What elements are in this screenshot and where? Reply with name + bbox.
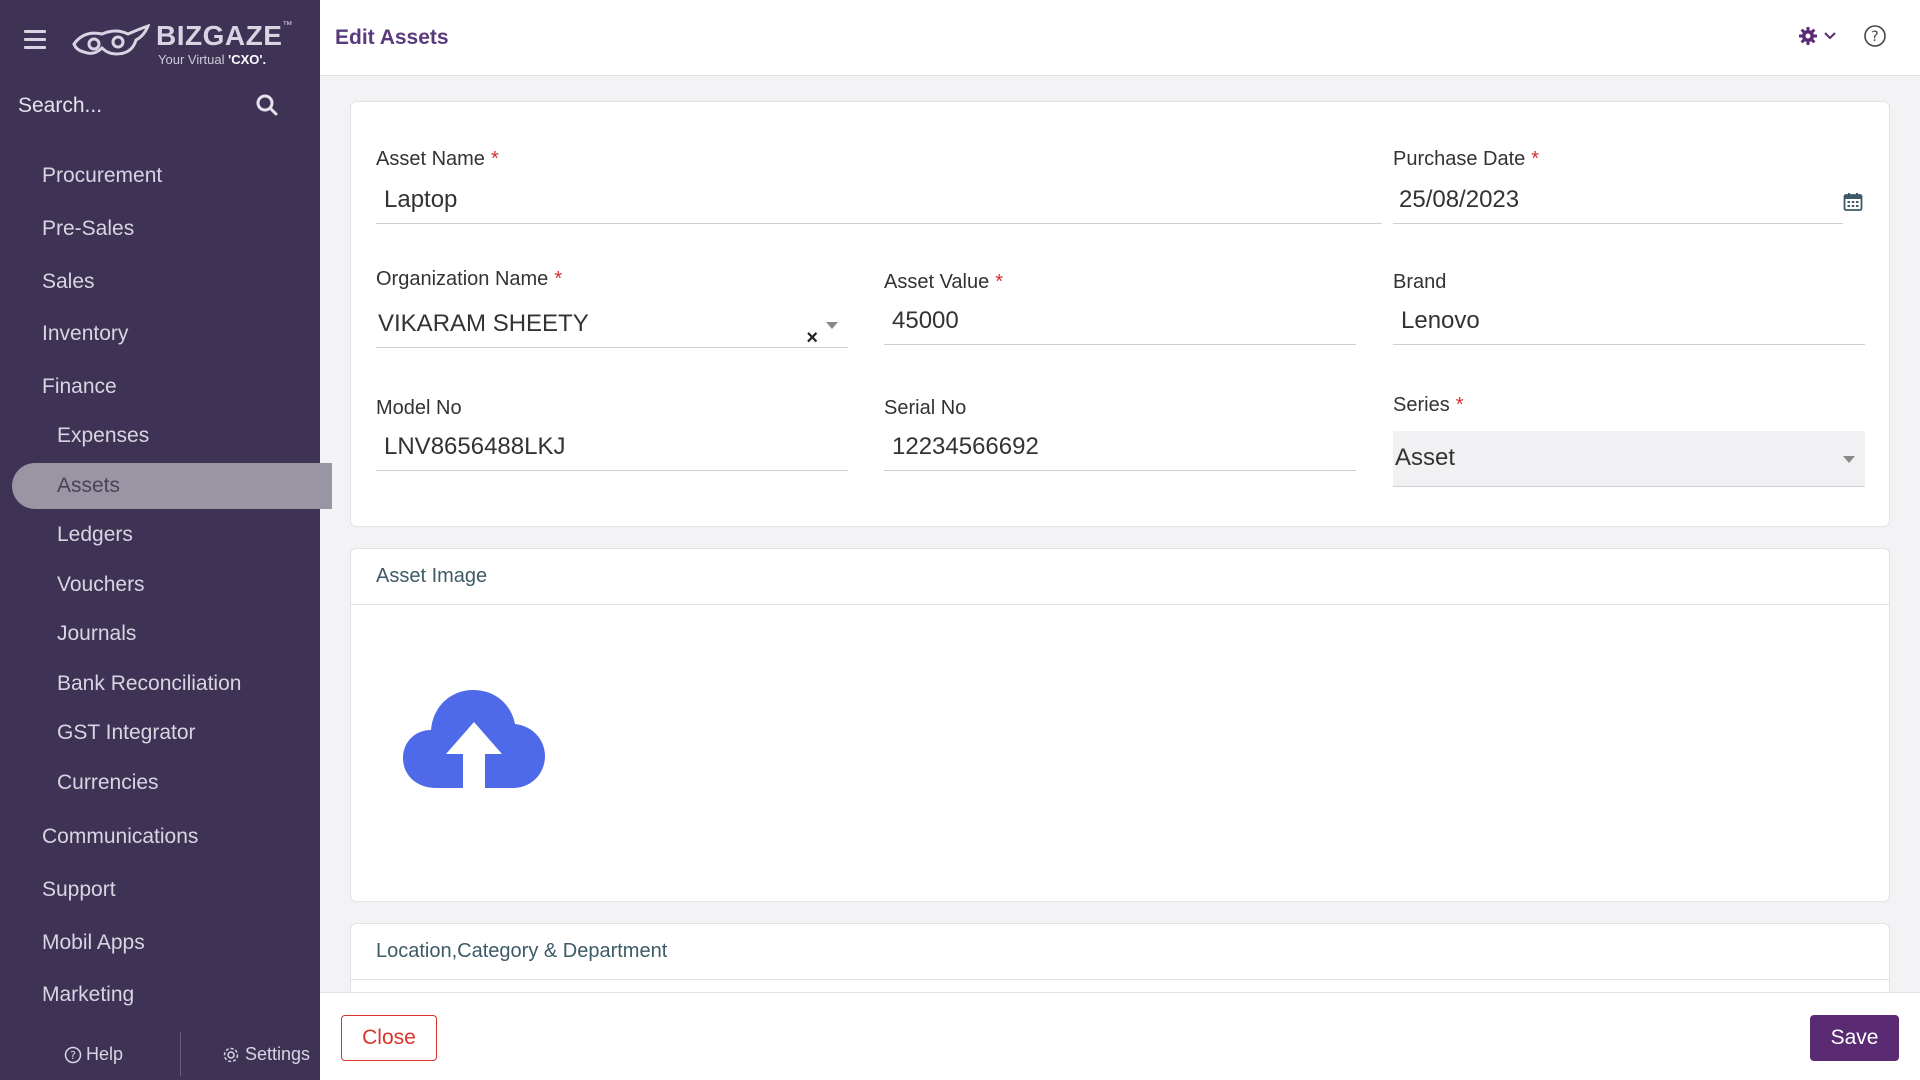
sidebar: BIZGAZE™ Your Virtual 'CXO'. Procurement… <box>0 0 332 1080</box>
help-link[interactable]: ? Help <box>64 1044 123 1065</box>
purchase-date-field: Purchase Date * 25/08/2023 <box>1393 148 1863 224</box>
hamburger-icon[interactable] <box>24 30 46 50</box>
sidebar-item-communications[interactable]: Communications <box>42 825 198 849</box>
settings-link[interactable]: Settings <box>222 1044 310 1065</box>
chevron-down-icon <box>1824 32 1836 40</box>
help-label: Help <box>86 1044 124 1064</box>
brand-trademark: ™ <box>282 20 293 31</box>
search-input[interactable] <box>18 90 248 122</box>
brand-tagline: Your Virtual <box>158 52 229 67</box>
model-no-label: Model No <box>376 397 462 419</box>
sidebar-item-pre-sales[interactable]: Pre-Sales <box>42 217 134 241</box>
brand-field: Brand Lenovo <box>1393 271 1865 345</box>
series-value: Asset <box>1395 444 1456 471</box>
series-field: Series * Asset <box>1393 394 1865 487</box>
sidebar-item-support[interactable]: Support <box>42 878 116 902</box>
asset-image-header: Asset Image <box>351 549 1889 605</box>
search-icon[interactable] <box>256 94 278 116</box>
asset-name-label: Asset Name <box>376 148 485 170</box>
required-marker: * <box>1531 148 1540 170</box>
calendar-icon[interactable] <box>1843 192 1863 212</box>
organization-name-label: Organization Name <box>376 268 549 290</box>
sidebar-footer: ? Help Settings <box>0 1030 320 1080</box>
series-select[interactable]: Asset <box>1393 431 1865 487</box>
brand-tagline-bold: 'CXO'. <box>228 52 267 67</box>
asset-name-input[interactable]: Laptop <box>376 178 1382 224</box>
model-no-input[interactable]: LNV8656488LKJ <box>376 425 848 471</box>
question-circle-icon[interactable]: ? <box>1863 24 1887 48</box>
settings-menu-button[interactable] <box>1798 26 1836 46</box>
organization-name-field: Organization Name * VIKARAM SHEETY × <box>376 268 848 349</box>
sidebar-item-inventory[interactable]: Inventory <box>42 322 128 346</box>
asset-name-field: Asset Name * Laptop <box>376 148 1382 224</box>
footer-divider <box>180 1032 181 1076</box>
gear-icon <box>1799 27 1817 45</box>
location-category-title: Location,Category & Department <box>376 940 668 962</box>
svg-text:?: ? <box>70 1049 76 1062</box>
close-button[interactable]: Close <box>341 1015 437 1061</box>
sidebar-item-sales[interactable]: Sales <box>42 270 95 294</box>
sidebar-item-expenses[interactable]: Expenses <box>57 424 149 448</box>
serial-no-field: Serial No 12234566692 <box>884 397 1356 471</box>
chevron-down-icon <box>1843 456 1855 463</box>
chevron-down-icon[interactable] <box>826 322 838 329</box>
brand-label: Brand <box>1393 271 1447 293</box>
owl-logo-icon <box>72 24 150 56</box>
asset-image-card: Asset Image <box>350 548 1890 902</box>
asset-value-label: Asset Value <box>884 271 990 293</box>
settings-label: Settings <box>245 1044 311 1064</box>
sidebar-item-mobil-apps[interactable]: Mobil Apps <box>42 931 145 955</box>
sidebar-item-marketing[interactable]: Marketing <box>42 983 134 1007</box>
asset-value-field: Asset Value * 45000 <box>884 271 1356 345</box>
form-action-bar: Close Save <box>320 992 1920 1080</box>
save-button[interactable]: Save <box>1810 1015 1899 1061</box>
required-marker: * <box>490 148 499 170</box>
model-no-field: Model No LNV8656488LKJ <box>376 397 848 471</box>
sidebar-item-gst-integrator[interactable]: GST Integrator <box>57 721 196 745</box>
clear-selection-icon[interactable]: × <box>806 316 818 360</box>
page-title: Edit Assets <box>335 26 449 49</box>
svg-text:?: ? <box>1871 29 1878 45</box>
brand-name: BIZGAZE <box>156 20 283 51</box>
serial-no-input[interactable]: 12234566692 <box>884 425 1356 471</box>
asset-details-card: Asset Name * Laptop Purchase Date * 25/08/… <box>350 101 1890 527</box>
required-marker: * <box>995 271 1004 293</box>
brand-input[interactable]: Lenovo <box>1393 299 1865 345</box>
sidebar-item-currencies[interactable]: Currencies <box>57 771 159 795</box>
sidebar-item-journals[interactable]: Journals <box>57 622 136 646</box>
gear-outline-icon <box>223 1047 239 1062</box>
serial-no-label: Serial No <box>884 397 967 419</box>
asset-image-title: Asset Image <box>376 565 488 587</box>
required-marker: * <box>1455 394 1464 416</box>
page-header: Edit Assets ? <box>320 0 1920 76</box>
series-label: Series <box>1393 394 1450 416</box>
sidebar-item-assets[interactable]: Assets <box>57 474 120 498</box>
question-circle-icon: ? <box>64 1046 82 1063</box>
sidebar-item-procurement[interactable]: Procurement <box>42 164 162 188</box>
organization-name-value: VIKARAM SHEETY <box>378 310 589 337</box>
required-marker: * <box>554 268 563 290</box>
purchase-date-input[interactable]: 25/08/2023 <box>1393 178 1843 224</box>
brand-logo[interactable]: BIZGAZE™ Your Virtual 'CXO'. <box>72 18 292 68</box>
sidebar-item-vouchers[interactable]: Vouchers <box>57 573 145 597</box>
sidebar-search <box>0 86 320 126</box>
organization-name-select[interactable]: VIKARAM SHEETY × <box>376 302 848 349</box>
location-category-header: Location,Category & Department <box>351 924 1889 980</box>
purchase-date-label: Purchase Date <box>1393 148 1526 170</box>
sidebar-item-finance[interactable]: Finance <box>42 375 117 399</box>
sidebar-item-bank-reconciliation[interactable]: Bank Reconciliation <box>57 672 241 696</box>
asset-value-input[interactable]: 45000 <box>884 299 1356 345</box>
cloud-upload-icon[interactable] <box>401 684 547 794</box>
sidebar-item-ledgers[interactable]: Ledgers <box>57 523 133 547</box>
